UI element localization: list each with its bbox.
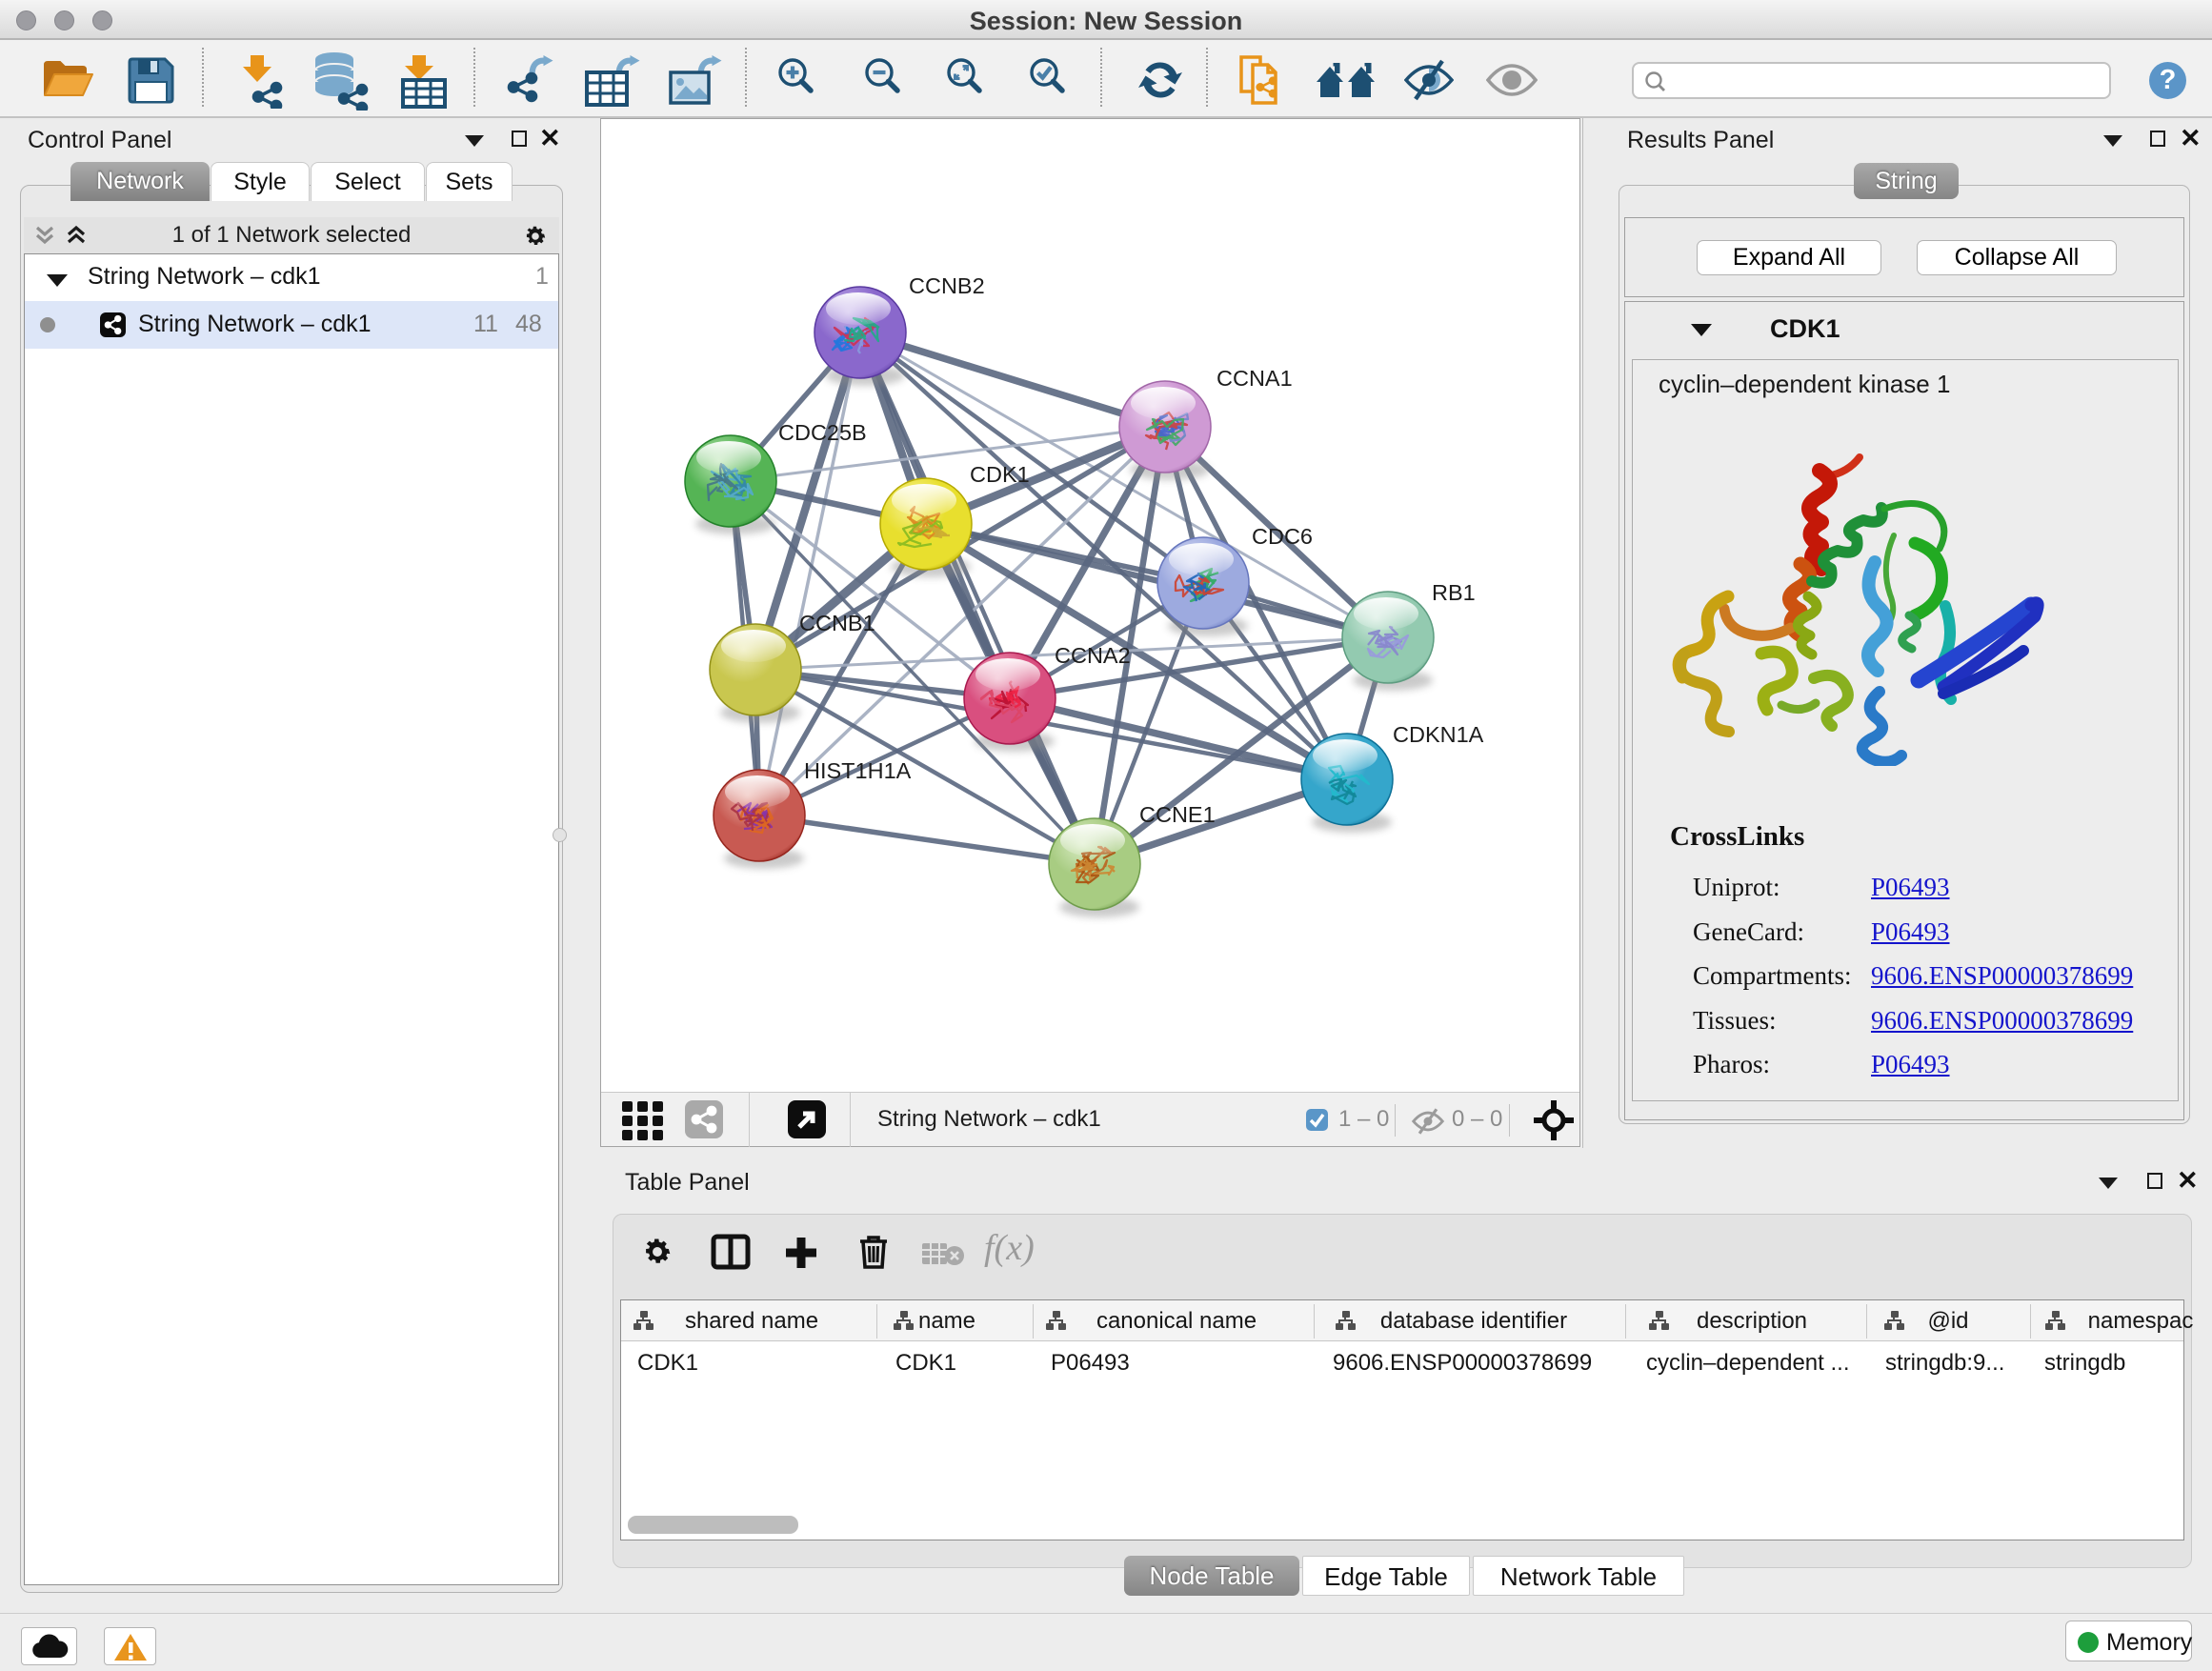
svg-text:CCNA2: CCNA2 bbox=[1055, 643, 1131, 668]
svg-text:CCNE1: CCNE1 bbox=[1139, 802, 1216, 827]
svg-text:CCNA1: CCNA1 bbox=[1217, 366, 1293, 391]
svg-text:CDC25B: CDC25B bbox=[778, 420, 867, 445]
svg-text:CDKN1A: CDKN1A bbox=[1393, 722, 1484, 747]
svg-text:CCNB1: CCNB1 bbox=[799, 611, 875, 635]
svg-text:RB1: RB1 bbox=[1432, 580, 1476, 605]
svg-text:CCNB2: CCNB2 bbox=[909, 273, 985, 298]
svg-text:CDK1: CDK1 bbox=[970, 462, 1030, 487]
svg-text:HIST1H1A: HIST1H1A bbox=[804, 758, 912, 783]
svg-text:CDC6: CDC6 bbox=[1252, 524, 1313, 549]
